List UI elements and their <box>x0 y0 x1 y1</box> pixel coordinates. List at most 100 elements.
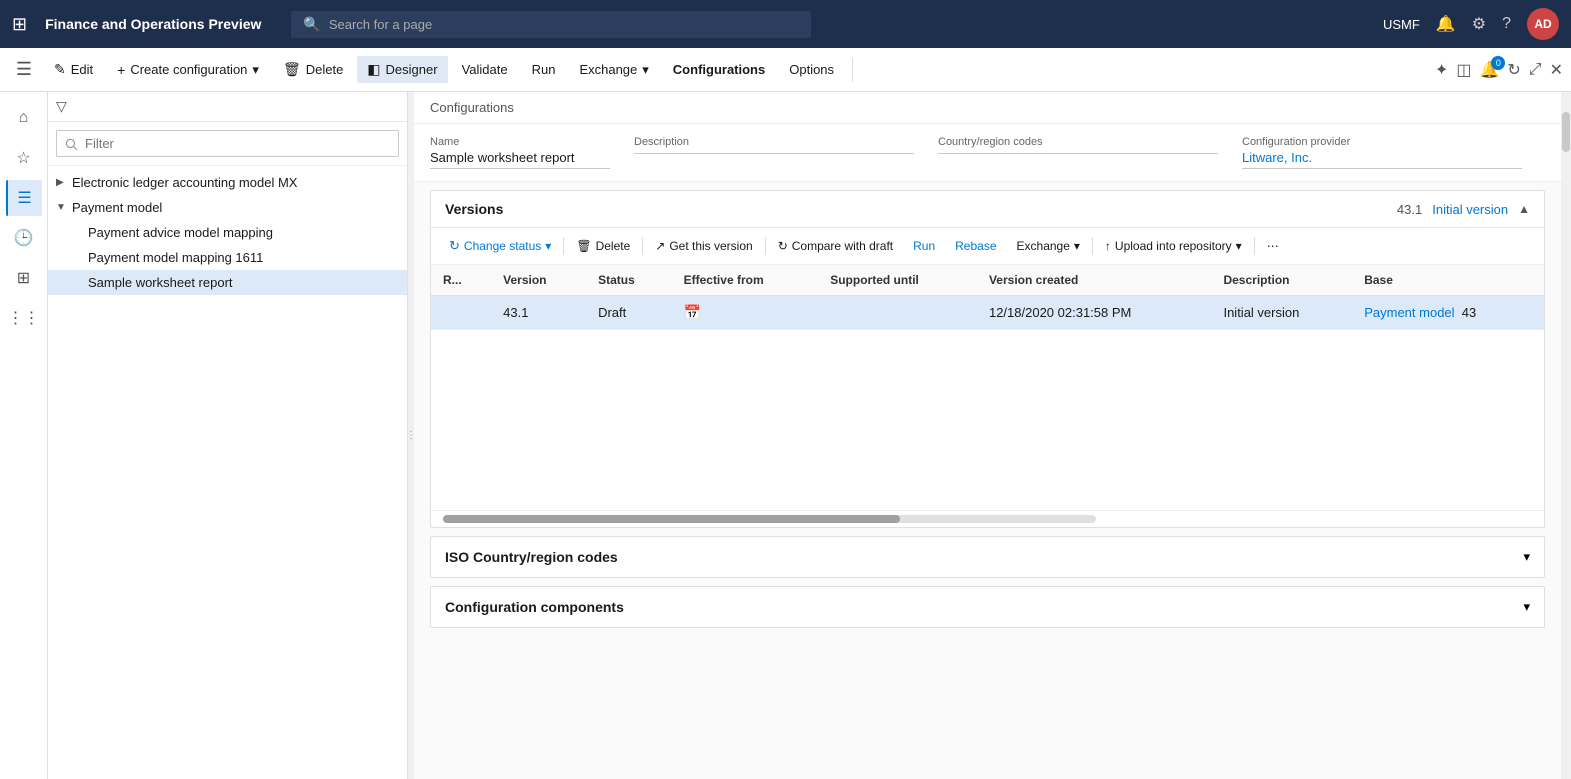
components-section: Configuration components ▾ <box>430 586 1545 628</box>
components-collapse-icon: ▾ <box>1523 599 1530 615</box>
base-link[interactable]: Payment model <box>1364 305 1454 320</box>
personalize-icon[interactable]: ◫ <box>1456 60 1471 80</box>
col-status: Status <box>586 265 672 296</box>
favorites-icon[interactable]: ✦ <box>1435 60 1448 80</box>
options-tab[interactable]: Options <box>779 57 844 82</box>
breadcrumb: Configurations <box>414 92 1561 124</box>
iso-collapse-icon: ▾ <box>1523 549 1530 565</box>
top-navigation: ⊞ Finance and Operations Preview 🔍 USMF … <box>0 0 1571 48</box>
plus-icon: + <box>117 62 125 78</box>
tree-items: ▶ Electronic ledger accounting model MX … <box>48 166 407 779</box>
tree-item-payment-model-mapping[interactable]: Payment model mapping 1611 <box>48 245 407 270</box>
col-description: Description <box>1211 265 1352 296</box>
main-layout: ⌂ ☆ ☰ 🕒 ⊞ ⋮⋮ ▽ ▶ Electronic ledger accou… <box>0 92 1571 779</box>
configurations-tab[interactable]: Configurations <box>663 57 775 82</box>
versions-header-right: 43.1 Initial version ▲ <box>1397 202 1530 217</box>
notification-bell-icon[interactable]: 🔔 <box>1436 14 1456 34</box>
tree-item-payment-advice[interactable]: Payment advice model mapping <box>48 220 407 245</box>
list-icon[interactable]: ☰ <box>6 180 42 216</box>
version-exchange-button[interactable]: Exchange ▾ <box>1009 235 1088 257</box>
change-status-icon: ↻ <box>449 238 460 254</box>
top-right-icons: USMF 🔔 ⚙ ? AD <box>1383 8 1559 40</box>
separator2 <box>642 237 643 255</box>
version-delete-button[interactable]: 🗑 Delete <box>568 235 638 257</box>
filter-bar <box>48 122 407 166</box>
cell-base: Payment model 43 <box>1352 296 1544 330</box>
table-header: R... Version Status Effective from Suppo… <box>431 265 1544 296</box>
table-row[interactable]: 43.1 Draft 📅 12/18/2020 02:31:58 PM Init… <box>431 296 1544 330</box>
iso-section-header[interactable]: ISO Country/region codes ▾ <box>431 537 1544 577</box>
settings-gear-icon[interactable]: ⚙ <box>1472 14 1486 34</box>
get-version-icon: ↗ <box>655 239 665 253</box>
cell-version-created: 12/18/2020 02:31:58 PM <box>977 296 1212 330</box>
compare-draft-button[interactable]: ↻ Compare with draft <box>770 235 901 257</box>
table-scroll: R... Version Status Effective from Suppo… <box>431 265 1544 330</box>
recent-clock-icon[interactable]: 🕒 <box>6 220 42 256</box>
version-run-button[interactable]: Run <box>905 235 943 257</box>
user-label: USMF <box>1383 17 1420 32</box>
separator1 <box>563 237 564 255</box>
get-version-button[interactable]: ↗ Get this version <box>647 235 760 257</box>
compare-draft-icon: ↻ <box>778 239 788 253</box>
favorites-star-icon[interactable]: ☆ <box>6 140 42 176</box>
change-status-button[interactable]: ↻ Change status ▾ <box>441 234 559 258</box>
tree-item-sample-worksheet[interactable]: Sample worksheet report <box>48 270 407 295</box>
v-scrollbar-thumb[interactable] <box>1562 112 1570 152</box>
versions-section: Versions 43.1 Initial version ▲ ↻ Change… <box>430 190 1545 528</box>
upload-repo-button[interactable]: ↑ Upload into repository ▾ <box>1097 235 1250 257</box>
workspace-icon[interactable]: ⊞ <box>6 260 42 296</box>
h-scrollbar-container <box>431 510 1544 527</box>
rebase-button[interactable]: Rebase <box>947 235 1004 257</box>
iso-section: ISO Country/region codes ▾ <box>430 536 1545 578</box>
search-input[interactable] <box>329 17 800 32</box>
filter-area: ▽ <box>48 92 407 122</box>
delete-button[interactable]: 🗑 Delete <box>273 56 353 83</box>
more-options-button[interactable]: ⋯ <box>1259 235 1287 257</box>
hamburger-menu-icon[interactable]: ☰ <box>8 54 40 86</box>
h-scrollbar-thumb[interactable] <box>443 515 900 523</box>
home-icon[interactable]: ⌂ <box>6 100 42 136</box>
refresh-icon[interactable]: ↻ <box>1507 60 1520 80</box>
components-section-header[interactable]: Configuration components ▾ <box>431 587 1544 627</box>
cell-status: Draft <box>586 296 672 330</box>
upload-icon: ↑ <box>1105 239 1111 253</box>
expand-down-icon: ▼ <box>56 202 72 213</box>
filter-funnel-icon[interactable]: ▽ <box>56 98 67 115</box>
notification-badge: 0 <box>1491 56 1505 70</box>
help-question-icon[interactable]: ? <box>1502 15 1511 33</box>
v-scrollbar[interactable] <box>1561 92 1571 779</box>
trash-icon: 🗑 <box>283 61 301 78</box>
notifications-icon[interactable]: 🔔 0 <box>1479 60 1499 80</box>
versions-collapse-icon[interactable]: ▲ <box>1518 202 1530 216</box>
create-configuration-button[interactable]: + Create configuration ▾ <box>107 57 269 83</box>
filter-input[interactable] <box>56 130 399 157</box>
exchange-dropdown-icon: ▾ <box>642 62 649 78</box>
dropdown-chevron-icon: ▾ <box>252 62 259 78</box>
version-exchange-dropdown-icon: ▾ <box>1074 239 1080 253</box>
search-bar[interactable]: 🔍 <box>291 11 811 38</box>
cell-version: 43.1 <box>491 296 586 330</box>
calendar-icon[interactable]: 📅 <box>684 304 701 320</box>
run-button[interactable]: Run <box>522 57 566 82</box>
change-status-dropdown-icon: ▾ <box>545 239 551 253</box>
cell-effective-from[interactable]: 📅 <box>672 296 819 330</box>
designer-button[interactable]: ◧ Designer <box>357 56 447 83</box>
modules-icon[interactable]: ⋮⋮ <box>6 300 42 336</box>
separator4 <box>1092 237 1093 255</box>
avatar[interactable]: AD <box>1527 8 1559 40</box>
h-scrollbar[interactable] <box>443 515 1096 523</box>
app-grid-icon[interactable]: ⊞ <box>12 14 27 35</box>
tree-item-payment-model[interactable]: ▼ Payment model <box>48 195 407 220</box>
edit-button[interactable]: ✎ Edit <box>44 56 103 83</box>
close-icon[interactable]: ✕ <box>1550 60 1563 80</box>
validate-button[interactable]: Validate <box>452 57 518 82</box>
separator5 <box>1254 237 1255 255</box>
cell-description: Initial version <box>1211 296 1352 330</box>
exchange-button[interactable]: Exchange ▾ <box>569 57 658 83</box>
app-title: Finance and Operations Preview <box>45 16 261 32</box>
sidebar-icons: ⌂ ☆ ☰ 🕒 ⊞ ⋮⋮ <box>0 92 48 779</box>
tree-item-electronic-ledger[interactable]: ▶ Electronic ledger accounting model MX <box>48 170 407 195</box>
right-cmd-icons: ✦ ◫ 🔔 0 ↻ ⤢ ✕ <box>1435 60 1563 80</box>
separator3 <box>765 237 766 255</box>
open-new-icon[interactable]: ⤢ <box>1529 61 1542 79</box>
